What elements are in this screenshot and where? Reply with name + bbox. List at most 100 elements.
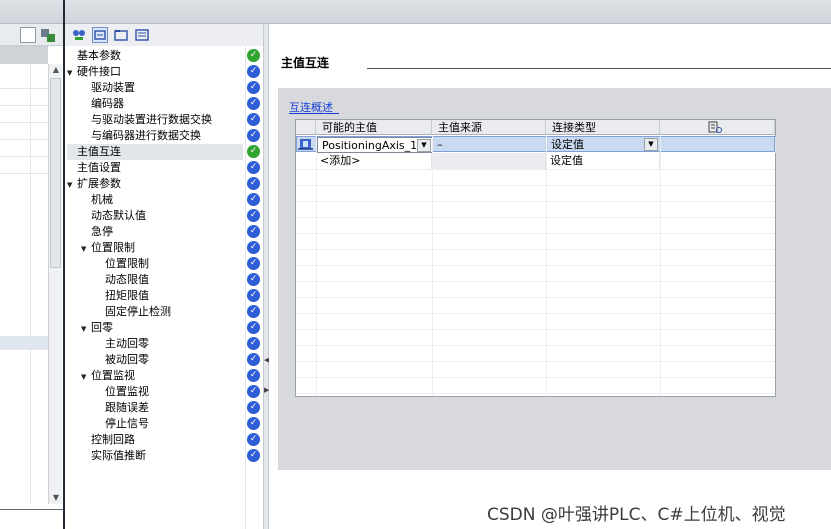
expand-caret-icon[interactable]: ▼ [81,369,91,385]
folder-icon[interactable] [113,27,129,43]
nav-item[interactable]: 控制回路 [81,432,243,448]
nav-item-label: 急停 [91,225,113,238]
nav-item[interactable]: 位置监视 [95,384,243,400]
nav-item[interactable]: 机械 [81,192,243,208]
left-toolbar [0,24,64,46]
connection-type-cell: 设定值 [546,153,660,169]
nav-item[interactable]: 主动回零 [95,336,243,352]
master-source-cell [432,153,546,169]
grid-row-line [296,361,775,362]
nav-item[interactable]: 动态默认值 [81,208,243,224]
nav-item-label: 动态默认值 [91,209,146,222]
scroll-down-icon[interactable]: ▼ [50,492,62,504]
column-header-master[interactable]: 可能的主值 [316,120,432,135]
nav-item-label: 位置监视 [105,385,149,398]
master-source-cell: – [433,137,547,153]
nav-item[interactable]: 主值互连 [67,144,243,160]
nav-item[interactable]: 与驱动装置进行数据交换 [81,112,243,128]
scroll-up-icon[interactable]: ▲ [50,64,62,76]
connection-type-select[interactable]: 设定值 ▼ [547,137,661,153]
expand-all-icon[interactable] [134,27,150,43]
nav-item[interactable]: ▼ 硬件接口 [67,64,243,80]
status-ok-blue-icon: ✓ [247,449,260,462]
nav-item[interactable]: 与编码器进行数据交换 [81,128,243,144]
left-selected-row[interactable] [0,336,48,350]
nav-item-label: 驱动装置 [91,81,135,94]
nav-item-label: 位置限制 [105,257,149,270]
expand-caret-icon[interactable]: ▼ [67,177,77,193]
nav-item-label: 位置限制 [91,241,135,254]
status-ok-blue-icon: ✓ [247,65,260,78]
nav-item-label: 主动回零 [105,337,149,350]
status-ok-blue-icon: ✓ [247,113,260,126]
column-header-type[interactable]: 连接类型 [546,120,660,135]
status-ok-blue-icon: ✓ [247,177,260,190]
chevron-down-icon[interactable]: ▼ [417,139,431,152]
nav-item[interactable]: ▼ 扩展参数 [67,176,243,192]
chevron-down-icon[interactable]: ▼ [644,138,658,151]
status-ok-blue-icon: ✓ [247,129,260,142]
nav-item[interactable]: 编码器 [81,96,243,112]
grid-column-line [316,136,317,396]
column-header-settings[interactable] [660,120,775,135]
grid-row-line [296,185,775,186]
status-ok-blue-icon: ✓ [247,257,260,270]
nav-item-label: 主值设置 [77,161,121,174]
status-ok-green-icon: ✓ [247,49,260,62]
scrollbar-thumb[interactable] [50,78,61,268]
expand-caret-icon[interactable]: ▼ [81,321,91,337]
nav-item-label: 扩展参数 [77,177,121,190]
left-header-band [0,46,48,64]
nav-item-label: 控制回路 [91,433,135,446]
master-value-select[interactable]: PositioningAxis_1 ▼ [317,137,433,153]
grid-column-line [546,136,547,396]
grid-row-line [296,393,775,394]
grid-row-line [296,281,775,282]
nav-item[interactable]: 被动回零 [95,352,243,368]
nav-item[interactable]: ▼ 位置监视 [81,368,243,384]
nav-item[interactable]: 固定停止检测 [95,304,243,320]
list-view-icon[interactable] [20,27,36,43]
table-row-add[interactable]: <添加> 设定值 [296,153,775,169]
status-ok-blue-icon: ✓ [247,289,260,302]
settings-tree-icon[interactable] [40,27,56,43]
nav-item[interactable]: 跟随误差 [95,400,243,416]
grid-column-line [432,136,433,396]
grid-row-line [296,345,775,346]
nav-item[interactable]: 停止信号 [95,416,243,432]
section-title: 主值互连 [281,56,330,70]
left-scrollbar[interactable]: ▲ ▼ [48,64,62,504]
add-master-cell[interactable]: <添加> [316,153,432,169]
nav-item[interactable]: 基本参数 [67,48,243,64]
grid-row-line [296,377,775,378]
status-ok-blue-icon: ✓ [247,417,260,430]
row-header-corner [296,120,316,135]
nav-item[interactable]: 主值设置 [67,160,243,176]
status-ok-blue-icon: ✓ [247,273,260,286]
status-ok-blue-icon: ✓ [247,385,260,398]
view-mode-icon[interactable] [71,27,87,43]
column-header-source[interactable]: 主值来源 [432,120,546,135]
nav-item[interactable]: ▼ 位置限制 [81,240,243,256]
nav-item[interactable]: 位置限制 [95,256,243,272]
nav-item[interactable]: ▼ 回零 [81,320,243,336]
axis-object-icon [297,137,317,153]
table-row[interactable]: PositioningAxis_1 ▼ – 设定值 ▼ [296,136,776,153]
expand-caret-icon[interactable]: ▼ [67,65,77,81]
nav-item[interactable]: 动态限值 [95,272,243,288]
expand-caret-icon[interactable]: ▼ [81,241,91,257]
main-content: 主值互连 互连概述 可能的主值 主值来源 连接类型 PositioningAxi… [269,24,831,529]
nav-item[interactable]: 实际值推断 [81,448,243,464]
status-ok-blue-icon: ✓ [247,353,260,366]
nav-item[interactable]: 驱动装置 [81,80,243,96]
status-ok-blue-icon: ✓ [247,225,260,238]
nav-item[interactable]: 扭矩限值 [95,288,243,304]
status-ok-blue-icon: ✓ [247,209,260,222]
top-toolbar [0,0,831,24]
nav-item-label: 被动回零 [105,353,149,366]
nav-item[interactable]: 急停 [81,224,243,240]
status-ok-blue-icon: ✓ [247,369,260,382]
functional-view-icon[interactable] [92,27,108,43]
nav-item-label: 机械 [91,193,113,206]
status-ok-blue-icon: ✓ [247,337,260,350]
